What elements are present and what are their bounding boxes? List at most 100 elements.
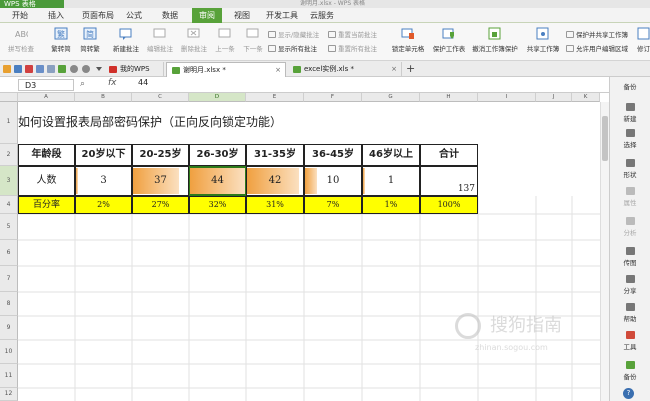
pct-cell[interactable]: 32% xyxy=(189,196,246,214)
simp-to-trad-button[interactable]: 简 简转繁 xyxy=(77,25,103,59)
header-cell[interactable]: 20岁以下 xyxy=(75,144,132,166)
pct-cell[interactable]: 1% xyxy=(362,196,420,214)
next-comment-button[interactable]: 下一条 xyxy=(240,25,266,59)
share-workbook-button[interactable]: 共享工作簿 xyxy=(524,25,562,59)
app-logo[interactable]: WPS 表格 xyxy=(0,0,64,8)
zoom-icon[interactable]: ⌕ xyxy=(80,79,85,89)
protect-sheet-button[interactable]: 保护工作表 xyxy=(430,25,468,59)
row-label-cell[interactable]: 人数 xyxy=(18,166,75,196)
vertical-scrollbar[interactable] xyxy=(600,102,609,401)
row-header[interactable]: 11 xyxy=(0,364,18,388)
pct-cell[interactable]: 2% xyxy=(75,196,132,214)
open-icon[interactable] xyxy=(3,65,11,73)
select-all-corner[interactable] xyxy=(0,93,18,102)
total-cell[interactable]: 137 xyxy=(420,166,478,196)
row-header-selected[interactable]: 3 xyxy=(0,166,18,196)
row-header[interactable]: 1 xyxy=(0,102,18,144)
data-cell[interactable]: 42 xyxy=(246,166,304,196)
row-header[interactable]: 9 xyxy=(0,316,18,340)
menu-cloud[interactable]: 云服务 xyxy=(310,8,334,23)
sidebar-item-tools[interactable]: 工具 xyxy=(615,331,645,351)
header-cell[interactable]: 20-25岁 xyxy=(132,144,189,166)
track-changes-button[interactable]: 修订 xyxy=(637,25,650,59)
row-header[interactable]: 6 xyxy=(0,240,18,266)
row-label-cell[interactable]: 百分率 xyxy=(18,196,75,214)
data-cell[interactable]: 10 xyxy=(304,166,362,196)
tab-excel-example[interactable]: excel实例.xls * × xyxy=(288,62,402,77)
allow-edit-ranges-button[interactable]: 允许用户编辑区域 xyxy=(566,43,628,53)
row-header[interactable]: 7 xyxy=(0,266,18,292)
save-icon[interactable] xyxy=(14,65,22,73)
reset-all-comments-button[interactable]: 重置所有批注 xyxy=(328,43,377,53)
data-cell[interactable]: 37 xyxy=(132,166,189,196)
column-header[interactable]: F xyxy=(304,93,362,102)
row-header[interactable]: 4 xyxy=(0,196,18,214)
menu-data[interactable]: 数据 xyxy=(162,8,178,23)
new-comment-button[interactable]: 新建批注 xyxy=(110,25,142,59)
sidebar-item-select[interactable]: 选择 xyxy=(615,129,645,149)
menu-formulas[interactable]: 公式 xyxy=(126,8,142,23)
sheet-title[interactable]: 如何设置报表局部密码保护（正向反向锁定功能） xyxy=(18,113,282,130)
sidebar-item-analyze[interactable]: 分析 xyxy=(615,217,645,237)
pct-cell[interactable]: 27% xyxy=(132,196,189,214)
menu-view[interactable]: 视图 xyxy=(234,8,250,23)
print-icon[interactable] xyxy=(36,65,44,73)
undo-icon[interactable] xyxy=(70,65,78,73)
edit-comment-button[interactable]: 编辑批注 xyxy=(144,25,176,59)
qat-dropdown-icon[interactable] xyxy=(96,67,102,71)
sidebar-item-shape[interactable]: 形状 xyxy=(615,159,645,179)
column-header[interactable]: I xyxy=(478,93,536,102)
tab-my-wps[interactable]: 我的WPS xyxy=(104,62,164,77)
selected-cell-d3[interactable]: 44 xyxy=(189,166,246,196)
close-icon[interactable]: × xyxy=(391,62,397,77)
show-hide-comment-button[interactable]: 显示/隐藏批注 xyxy=(268,29,319,39)
tab-xieming-xlsx[interactable]: 谢明月.xlsx * × xyxy=(166,62,286,77)
column-header[interactable]: B xyxy=(75,93,132,102)
menu-home[interactable]: 开始 xyxy=(12,8,28,23)
sidebar-item-share[interactable]: 分享 xyxy=(615,275,645,295)
row-header[interactable]: 2 xyxy=(0,144,18,166)
sidebar-item-properties[interactable]: 属性 xyxy=(615,187,645,207)
print-preview-icon[interactable] xyxy=(47,65,55,73)
data-cell[interactable]: 1 xyxy=(362,166,420,196)
row-header[interactable]: 8 xyxy=(0,292,18,316)
protect-share-workbook-button[interactable]: 保护并共享工作簿 xyxy=(566,29,628,39)
column-header[interactable]: C xyxy=(132,93,189,102)
row-header[interactable]: 10 xyxy=(0,340,18,364)
name-box[interactable]: D3 xyxy=(18,79,74,91)
menu-developer[interactable]: 开发工具 xyxy=(266,8,298,23)
header-cell[interactable]: 46岁以上 xyxy=(362,144,420,166)
sidebar-item-backup[interactable]: 备份 xyxy=(615,361,645,381)
pct-cell[interactable]: 31% xyxy=(246,196,304,214)
fx-icon[interactable]: fx xyxy=(108,78,117,88)
column-header[interactable]: A xyxy=(18,93,75,102)
unprotect-workbook-button[interactable]: 撤消工作簿保护 xyxy=(470,25,520,59)
column-header[interactable]: H xyxy=(420,93,478,102)
header-cell[interactable]: 31-35岁 xyxy=(246,144,304,166)
header-cell[interactable]: 36-45岁 xyxy=(304,144,362,166)
spreadsheet-grid[interactable]: A B C D E F G H I J K 1 2 3 4 5 6 7 8 9 … xyxy=(0,93,600,401)
new-tab-button[interactable]: + xyxy=(406,62,415,75)
column-header[interactable]: G xyxy=(362,93,420,102)
redo-icon[interactable] xyxy=(82,65,90,73)
column-header[interactable]: E xyxy=(246,93,304,102)
header-cell[interactable]: 合计 xyxy=(420,144,478,166)
sidebar-item-new[interactable]: 新建 xyxy=(615,103,645,123)
menu-review[interactable]: 审阅 xyxy=(192,8,222,23)
trad-to-simp-button[interactable]: 繁 繁转简 xyxy=(48,25,74,59)
sidebar-item-help[interactable]: 帮助 xyxy=(615,303,645,323)
menu-insert[interactable]: 插入 xyxy=(48,8,64,23)
delete-comment-button[interactable]: 删除批注 xyxy=(178,25,210,59)
format-painter-icon[interactable] xyxy=(58,65,66,73)
formula-input[interactable]: 44 xyxy=(138,78,148,87)
prev-comment-button[interactable]: 上一条 xyxy=(212,25,238,59)
header-cell[interactable]: 年龄段 xyxy=(18,144,75,166)
pct-cell[interactable]: 7% xyxy=(304,196,362,214)
spell-check-button[interactable]: ABC 拼写检查 xyxy=(4,25,38,59)
reset-current-comment-button[interactable]: 重置当前批注 xyxy=(328,29,377,39)
lock-cell-button[interactable]: 锁定单元格 xyxy=(388,25,428,59)
column-header[interactable]: K xyxy=(572,93,600,102)
menu-page-layout[interactable]: 页面布局 xyxy=(82,8,114,23)
column-header-selected[interactable]: D xyxy=(189,93,246,102)
scrollbar-thumb[interactable] xyxy=(602,116,608,161)
